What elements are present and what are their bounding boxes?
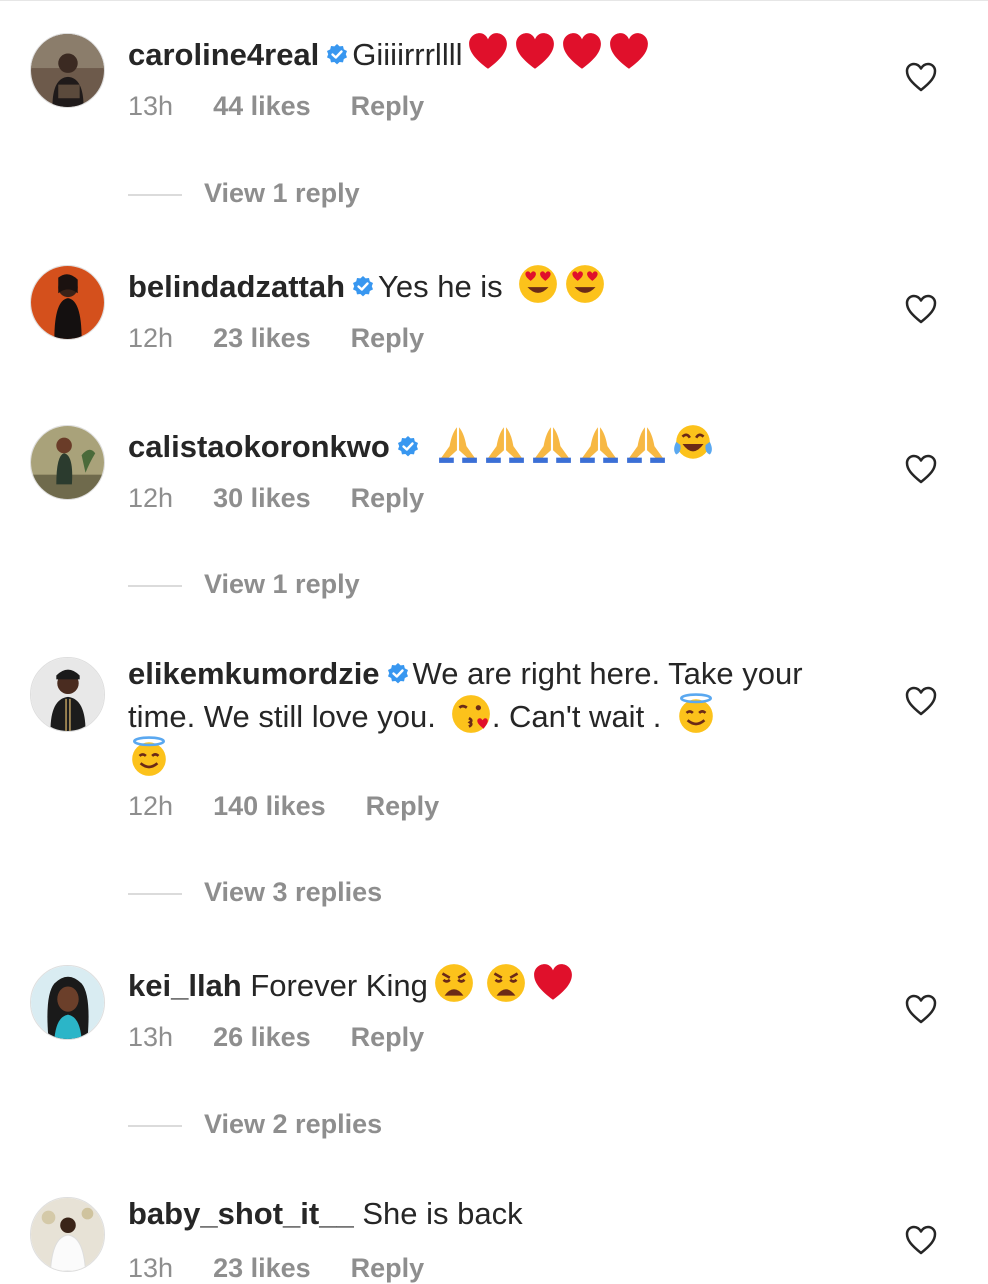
comment-body: Giiiirrrllll xyxy=(352,37,463,72)
likes-count[interactable]: 26 likes xyxy=(213,1022,311,1052)
comment-body: Forever King xyxy=(250,968,428,1003)
avatar[interactable] xyxy=(30,1197,105,1272)
comment-time: 12h xyxy=(128,323,174,353)
replies-divider xyxy=(128,193,182,196)
view-replies-label: View 3 replies xyxy=(204,877,383,907)
praying-hands-emoji xyxy=(579,427,618,463)
comment-meta: 12h 30 likes Reply xyxy=(128,483,464,514)
comment-time: 13h xyxy=(128,1022,174,1052)
comment-time: 12h xyxy=(128,483,174,513)
likes-count[interactable]: 44 likes xyxy=(213,91,311,121)
view-replies-button[interactable]: View 3 replies xyxy=(128,877,382,908)
avatar[interactable] xyxy=(30,657,105,732)
comment-time: 12h xyxy=(128,791,174,821)
praying-hands-emoji xyxy=(485,427,524,463)
reply-button[interactable]: Reply xyxy=(351,323,425,353)
comment-text: calistaokoronkwo xyxy=(128,423,848,466)
replies-divider xyxy=(128,584,182,587)
avatar[interactable] xyxy=(30,33,105,108)
comment-meta: 13h 44 likes Reply xyxy=(128,91,464,122)
view-replies-label: View 2 replies xyxy=(204,1109,383,1139)
comment-meta: 13h 26 likes Reply xyxy=(128,1022,464,1053)
heart-eyes-emoji xyxy=(518,265,557,303)
username[interactable]: elikemkumordzie xyxy=(128,656,380,691)
view-replies-label: View 1 reply xyxy=(204,569,360,599)
replies-divider xyxy=(128,892,182,895)
comment-body: She is back xyxy=(362,1196,523,1231)
heart-emoji xyxy=(516,33,555,69)
reply-button[interactable]: Reply xyxy=(366,791,440,821)
comment-time: 13h xyxy=(128,91,174,121)
like-heart-icon[interactable] xyxy=(905,62,937,92)
like-heart-icon[interactable] xyxy=(905,994,937,1024)
praying-hands-emoji xyxy=(532,427,571,463)
heart-emoji xyxy=(563,33,602,69)
likes-count[interactable]: 23 likes xyxy=(213,323,311,353)
reply-button[interactable]: Reply xyxy=(351,1253,425,1283)
view-replies-button[interactable]: View 1 reply xyxy=(128,178,360,209)
comment-meta: 13h 23 likes Reply xyxy=(128,1253,464,1284)
reply-button[interactable]: Reply xyxy=(351,91,425,121)
comment-meta: 12h 23 likes Reply xyxy=(128,323,464,354)
reply-button[interactable]: Reply xyxy=(351,483,425,513)
like-heart-icon[interactable] xyxy=(905,294,937,324)
praying-hands-emoji xyxy=(438,427,477,463)
verified-badge-icon xyxy=(327,44,348,65)
comment-meta: 12h 140 likes Reply xyxy=(128,791,479,822)
halo-smile-emoji xyxy=(132,736,166,776)
reply-button[interactable]: Reply xyxy=(351,1022,425,1052)
comment-text: kei_llah Forever King xyxy=(128,962,848,1005)
praying-hands-emoji xyxy=(626,427,665,463)
kissing-heart-emoji xyxy=(451,695,490,733)
username[interactable]: caroline4real xyxy=(128,37,319,72)
comment-time: 13h xyxy=(128,1253,174,1283)
heart-emoji xyxy=(469,33,508,69)
like-heart-icon[interactable] xyxy=(905,1225,937,1255)
like-heart-icon[interactable] xyxy=(905,454,937,484)
halo-smile-emoji xyxy=(679,693,714,733)
avatar[interactable] xyxy=(30,265,105,340)
verified-badge-icon xyxy=(353,276,374,297)
avatar[interactable] xyxy=(30,425,105,500)
likes-count[interactable]: 30 likes xyxy=(213,483,311,513)
top-divider xyxy=(0,0,988,1)
view-replies-button[interactable]: View 1 reply xyxy=(128,569,360,600)
weary-face-emoji xyxy=(434,964,473,1002)
comment-body: Yes he is xyxy=(378,269,503,304)
view-replies-label: View 1 reply xyxy=(204,178,360,208)
heart-eyes-emoji xyxy=(565,265,604,303)
verified-badge-icon xyxy=(397,436,418,457)
heart-emoji xyxy=(533,964,572,1000)
comment-text: belindadzattah Yes he is xyxy=(128,263,848,306)
heart-emoji xyxy=(610,33,649,69)
verified-badge-icon xyxy=(387,663,408,684)
like-heart-icon[interactable] xyxy=(905,686,937,716)
username[interactable]: calistaokoronkwo xyxy=(128,429,390,464)
username[interactable]: kei_llah xyxy=(128,968,242,1003)
likes-count[interactable]: 23 likes xyxy=(213,1253,311,1283)
comment-text: elikemkumordzie We are right here. Take y… xyxy=(128,654,848,779)
replies-divider xyxy=(128,1124,182,1127)
view-replies-button[interactable]: View 2 replies xyxy=(128,1109,382,1140)
likes-count[interactable]: 140 likes xyxy=(213,791,326,821)
weary-face-emoji xyxy=(486,964,525,1002)
comment-text: caroline4real Giiiirrrllll xyxy=(128,31,848,74)
comment-text: baby_shot_it__ She is back xyxy=(128,1194,848,1233)
username[interactable]: belindadzattah xyxy=(128,269,345,304)
avatar[interactable] xyxy=(30,965,105,1040)
comment-body-continued: . Can't wait . xyxy=(491,699,662,734)
username[interactable]: baby_shot_it__ xyxy=(128,1196,354,1231)
tears-of-joy-emoji xyxy=(673,425,712,459)
